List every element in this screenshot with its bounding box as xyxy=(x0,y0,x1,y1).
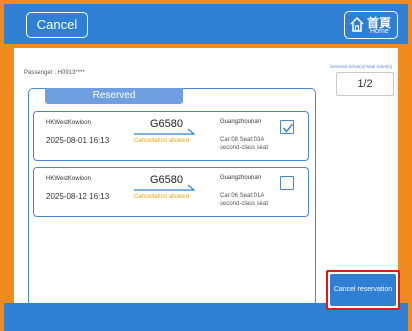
ticket-seat-line1: Car:06 Seat:01A xyxy=(220,193,265,199)
ticket-seat: Car:06 Seat:01A second-class seat xyxy=(220,192,268,208)
checkmark-icon xyxy=(282,123,294,133)
reserved-list: Reserved HKWestKowloon 2025-08-01 16:13 … xyxy=(28,88,316,306)
cancel-button[interactable]: Cancel xyxy=(26,12,88,38)
ticket-date: 2025-08-12 16:13 xyxy=(46,192,110,201)
ticket-checkbox[interactable] xyxy=(280,120,294,134)
arrow-right-icon xyxy=(134,184,196,191)
cancel-reservation-button-highlight: Cancel reservation xyxy=(326,270,400,310)
arrow-right-icon xyxy=(134,128,196,135)
ticket-from: HKWestKowloon xyxy=(46,120,91,126)
ticket-count-label: Selected ticket(s)/Total ticket(s) xyxy=(330,64,393,69)
cancel-reservation-button[interactable]: Cancel reservation xyxy=(330,274,396,306)
kiosk-screen: Cancel 首頁 Home Passenger : H0913**** Sel… xyxy=(0,0,412,331)
ticket-from: HKWestKowloon xyxy=(46,176,91,182)
ticket-seat-line2: second-class seat xyxy=(220,201,269,207)
ticket-status: Cancellation allowed xyxy=(134,138,190,144)
ticket-seat-line1: Car:08 Seat:03A xyxy=(220,137,265,143)
ticket-to: Guangzhounan xyxy=(220,175,262,181)
ticket-checkbox[interactable] xyxy=(280,176,294,190)
ticket-seat-line2: second-class seat xyxy=(220,145,269,151)
top-bar: Cancel 首頁 Home xyxy=(4,4,408,44)
home-button[interactable]: 首頁 Home xyxy=(344,11,398,39)
ticket-status: Cancellation allowed xyxy=(134,194,190,200)
home-icon xyxy=(350,16,364,32)
reserved-header: Reserved xyxy=(45,88,183,104)
ticket-count-value: 1/2 xyxy=(336,72,394,96)
ticket-to: Guangzhounan xyxy=(220,119,262,125)
ticket-card[interactable]: HKWestKowloon 2025-08-01 16:13 G6580 Can… xyxy=(33,111,309,161)
passenger-label: Passenger : H0913**** xyxy=(24,70,85,76)
ticket-card[interactable]: HKWestKowloon 2025-08-12 16:13 G6580 Can… xyxy=(33,167,309,217)
ticket-date: 2025-08-01 16:13 xyxy=(46,136,110,145)
main-panel: Passenger : H0913**** Selected ticket(s)… xyxy=(14,48,398,306)
home-label-en: Home xyxy=(370,28,389,35)
ticket-seat: Car:08 Seat:03A second-class seat xyxy=(220,136,268,152)
